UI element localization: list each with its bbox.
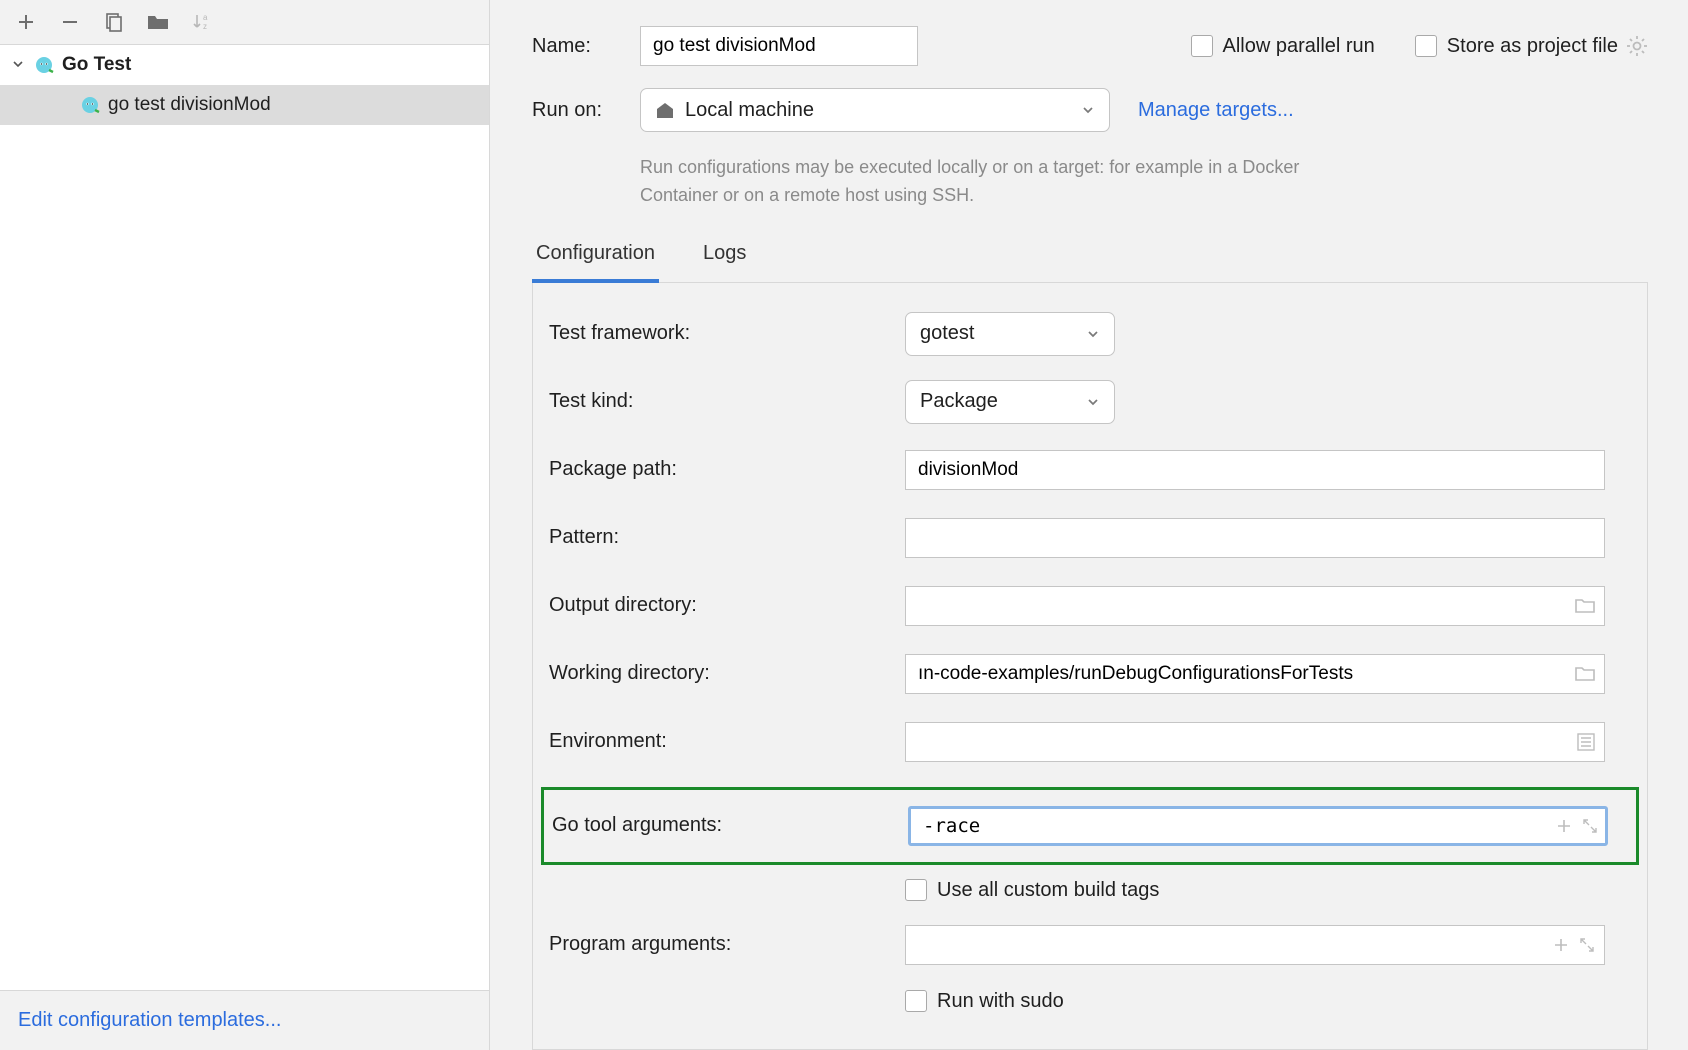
list-icon[interactable] — [1577, 733, 1595, 751]
chevron-down-icon — [1086, 327, 1100, 341]
test-kind-value: Package — [920, 390, 998, 413]
program-args-input[interactable] — [905, 925, 1605, 965]
run-on-hint: Run configurations may be executed local… — [640, 154, 1360, 210]
tree-group-label: Go Test — [62, 54, 131, 76]
program-args-label: Program arguments: — [549, 933, 905, 956]
test-kind-select[interactable]: Package — [905, 380, 1115, 424]
tab-logs[interactable]: Logs — [699, 234, 750, 283]
go-test-icon — [80, 95, 100, 115]
tree-item-label: go test divisionMod — [108, 94, 271, 116]
environment-label: Environment: — [549, 730, 905, 753]
name-input[interactable] — [640, 26, 918, 66]
remove-icon[interactable] — [58, 10, 82, 34]
main-panel: Name: Allow parallel run Store as projec… — [490, 0, 1688, 1050]
manage-targets-link[interactable]: Manage targets... — [1138, 99, 1294, 122]
gear-icon[interactable] — [1626, 35, 1648, 57]
add-icon[interactable] — [14, 10, 38, 34]
test-framework-select[interactable]: gotest — [905, 312, 1115, 356]
sort-icon[interactable]: az — [190, 10, 214, 34]
config-tree: Go Test go test divisionMod — [0, 44, 489, 991]
run-on-select[interactable]: Local machine — [640, 88, 1110, 132]
edit-templates-link[interactable]: Edit configuration templates... — [18, 1009, 281, 1031]
output-dir-label: Output directory: — [549, 594, 905, 617]
environment-input[interactable] — [905, 722, 1605, 762]
run-on-value: Local machine — [685, 99, 814, 122]
run-on-label: Run on: — [532, 99, 640, 122]
svg-text:z: z — [203, 22, 207, 31]
tabs: Configuration Logs — [532, 234, 1648, 283]
copy-icon[interactable] — [102, 10, 126, 34]
run-sudo-checkbox[interactable]: Run with sudo — [905, 990, 1064, 1013]
pattern-label: Pattern: — [549, 526, 905, 549]
go-tool-args-input[interactable] — [908, 806, 1608, 846]
browse-folder-icon[interactable] — [1575, 666, 1595, 682]
output-dir-input[interactable] — [905, 586, 1605, 626]
name-label: Name: — [532, 35, 640, 58]
tab-configuration[interactable]: Configuration — [532, 234, 659, 283]
allow-parallel-checkbox[interactable]: Allow parallel run — [1191, 35, 1375, 58]
working-dir-input[interactable] — [905, 654, 1605, 694]
plus-icon[interactable] — [1556, 818, 1572, 834]
sidebar-footer: Edit configuration templates... — [0, 991, 489, 1050]
svg-text:a: a — [203, 13, 208, 22]
configuration-panel: Test framework: gotest Test kind: Packag… — [532, 283, 1648, 1050]
expand-icon[interactable] — [1579, 937, 1595, 953]
chevron-down-icon — [1081, 103, 1095, 117]
checkbox-icon — [1191, 35, 1213, 57]
plus-icon[interactable] — [1553, 937, 1569, 953]
tree-item-go-test-divisionmod[interactable]: go test divisionMod — [0, 85, 489, 125]
chevron-down-icon — [1086, 395, 1100, 409]
working-dir-label: Working directory: — [549, 662, 905, 685]
package-path-input[interactable] — [905, 450, 1605, 490]
tree-group-go-test[interactable]: Go Test — [0, 45, 489, 85]
test-framework-value: gotest — [920, 322, 974, 345]
use-build-tags-label: Use all custom build tags — [937, 879, 1159, 902]
browse-folder-icon[interactable] — [1575, 598, 1595, 614]
expand-icon[interactable] — [1582, 818, 1598, 834]
sidebar: az Go Test — [0, 0, 490, 1050]
run-sudo-label: Run with sudo — [937, 990, 1064, 1013]
home-icon — [655, 100, 675, 120]
go-tool-args-label: Go tool arguments: — [552, 814, 908, 837]
chevron-down-icon — [12, 58, 26, 72]
test-framework-label: Test framework: — [549, 322, 905, 345]
allow-parallel-label: Allow parallel run — [1223, 35, 1375, 58]
checkbox-icon — [1415, 35, 1437, 57]
checkbox-icon — [905, 879, 927, 901]
sidebar-toolbar: az — [0, 0, 489, 44]
package-path-label: Package path: — [549, 458, 905, 481]
pattern-input[interactable] — [905, 518, 1605, 558]
store-as-project-checkbox[interactable]: Store as project file — [1415, 35, 1618, 58]
use-build-tags-checkbox[interactable]: Use all custom build tags — [905, 879, 1159, 902]
checkbox-icon — [905, 990, 927, 1012]
store-as-project-label: Store as project file — [1447, 35, 1618, 58]
folder-icon[interactable] — [146, 10, 170, 34]
go-test-icon — [34, 55, 54, 75]
test-kind-label: Test kind: — [549, 390, 905, 413]
go-tool-args-highlight: Go tool arguments: — [541, 787, 1639, 865]
